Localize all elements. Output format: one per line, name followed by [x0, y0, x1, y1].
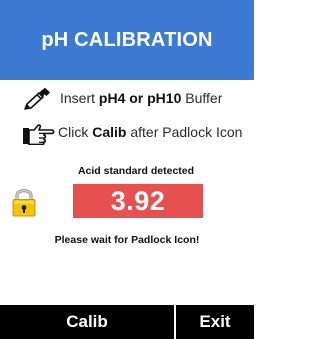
exit-button[interactable]: Exit: [176, 305, 254, 339]
status-message: Please wait for Padlock Icon!: [54, 234, 200, 246]
buffer-names: pH4 or pH10: [98, 90, 182, 106]
ph-reading-display: 3.92: [73, 184, 203, 218]
ph-reading-value: 3.92: [110, 185, 166, 216]
content-area: Insert pH4 or pH10 Buffer Click Calib af…: [0, 80, 254, 305]
page-title: pH CALIBRATION: [41, 28, 213, 51]
header-bar: pH CALIBRATION: [0, 0, 254, 80]
calib-button[interactable]: Calib: [0, 305, 174, 339]
instruction-text: Insert pH4 or pH10 Buffer: [60, 90, 223, 106]
dropper-icon: [24, 87, 50, 110]
instruction-click-calib: Click Calib after Padlock Icon: [0, 121, 254, 145]
detection-label: Acid standard detected: [77, 165, 195, 177]
pointing-hand-icon: [23, 124, 55, 145]
calibration-screen: pH CALIBRATION Insert pH4 or pH10 Buffer: [0, 0, 254, 339]
footer-bar: Calib Exit: [0, 305, 254, 339]
instruction-text: Click Calib after Padlock Icon: [58, 124, 243, 140]
instruction-insert-buffer: Insert pH4 or pH10 Buffer: [0, 87, 254, 111]
padlock-icon: [12, 189, 36, 217]
calib-keyword: Calib: [92, 124, 127, 140]
